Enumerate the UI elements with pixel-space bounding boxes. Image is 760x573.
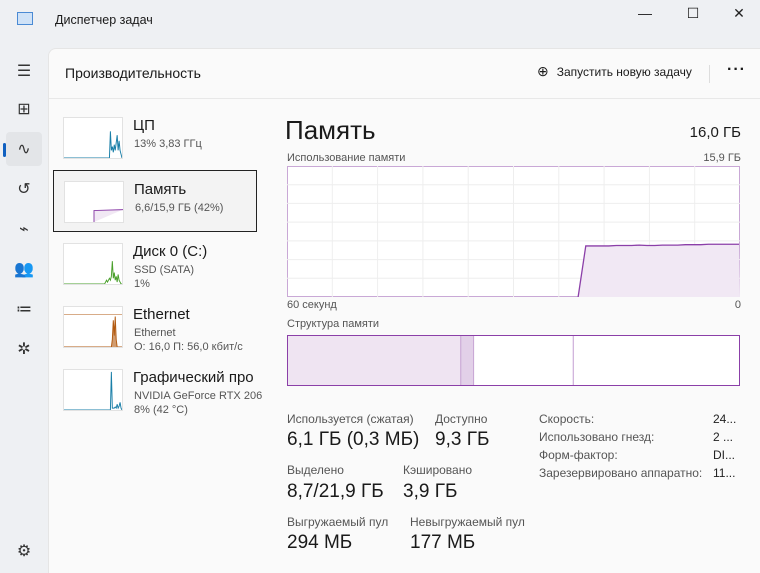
stat-label: Доступно <box>435 412 488 426</box>
property-value: 11... <box>713 466 736 480</box>
property-value: 24... <box>713 412 737 426</box>
device-item[interactable]: Графический про NVIDIA GeForce RTX 206 8… <box>53 359 262 421</box>
app-history-icon[interactable]: ↺ <box>6 172 42 206</box>
stat-value: 8,7/21,9 ГБ <box>287 481 384 502</box>
property-label: Скорость: <box>539 412 595 426</box>
composition-standby <box>473 335 574 386</box>
property-value: 2 ... <box>713 430 734 444</box>
device-thumbnail-graph <box>64 181 124 223</box>
device-thumbnail-graph <box>63 243 123 285</box>
window-title: Диспетчер задач <box>55 13 153 27</box>
property-label: Зарезервировано аппаратно: <box>539 466 703 480</box>
page-title: Производительность <box>65 65 201 81</box>
app-icon <box>17 12 33 25</box>
memory-total: 16,0 ГБ <box>689 124 741 141</box>
time-right-label: 0 <box>734 299 741 311</box>
stat-value: 9,3 ГБ <box>435 429 490 450</box>
divider <box>709 65 710 83</box>
thumbnail-line <box>64 316 122 347</box>
property-label: Использовано гнезд: <box>539 430 655 444</box>
device-name: Ethernet <box>133 306 190 323</box>
composition-modified <box>460 335 475 386</box>
device-thumbnail-graph <box>63 117 123 159</box>
close-button[interactable]: ✕ <box>716 0 760 26</box>
property-label: Форм-фактор: <box>539 448 618 462</box>
device-name: ЦП <box>133 117 155 134</box>
device-name: Диск 0 (C:) <box>133 243 208 260</box>
device-subtitle: 13% 3,83 ГГц <box>134 138 202 150</box>
stat-value: 3,9 ГБ <box>403 481 458 502</box>
minimize-button[interactable]: — <box>622 0 668 26</box>
usage-max: 15,9 ГБ <box>703 152 741 164</box>
device-subtitle: 6,6/15,9 ГБ (42%) <box>135 202 224 214</box>
stat-value: 177 МБ <box>410 532 476 553</box>
device-subtitle-2: 1% <box>134 278 150 290</box>
title-bar: Диспетчер задач — ☐ ✕ <box>0 0 760 40</box>
device-subtitle: Ethernet <box>134 327 176 339</box>
composition-in_use <box>287 335 462 386</box>
services-icon[interactable]: ✲ <box>6 332 42 366</box>
device-subtitle: NVIDIA GeForce RTX 206 <box>134 390 263 402</box>
run-new-task-label: Запустить новую задачу <box>556 64 692 79</box>
new-task-icon: ⊕ <box>537 63 549 79</box>
thumbnail-line <box>64 261 122 284</box>
header: Производительность ⊕ Запустить новую зад… <box>49 49 760 99</box>
nav-sidebar: ☰ ⊞ ∿ ↺ ⌁ 👥 ≔ ✲ ⚙ <box>0 40 48 573</box>
users-icon[interactable]: 👥 <box>6 252 42 286</box>
composition-label: Структура памяти <box>287 318 380 330</box>
maximize-button[interactable]: ☐ <box>670 0 716 26</box>
details-icon[interactable]: ≔ <box>6 292 42 326</box>
device-item[interactable]: ЦП 13% 3,83 ГГц <box>53 107 257 169</box>
stat-value: 6,1 ГБ (0,3 МБ) <box>287 429 420 450</box>
stat-label: Используется (сжатая) <box>287 412 414 426</box>
stat-value: 294 МБ <box>287 532 353 553</box>
device-subtitle: SSD (SATA) <box>134 264 195 276</box>
device-item[interactable]: Диск 0 (C:) SSD (SATA) 1% <box>53 233 257 295</box>
performance-icon[interactable]: ∿ <box>3 132 42 166</box>
main-panel: Производительность ⊕ Запустить новую зад… <box>48 48 760 573</box>
stat-label: Выгружаемый пул <box>287 515 389 529</box>
usage-area <box>578 244 740 297</box>
more-options-button[interactable]: ··· <box>727 61 746 79</box>
device-name: Графический про <box>133 369 254 386</box>
device-subtitle-2: 8% (42 °C) <box>134 404 188 416</box>
stat-label: Невыгружаемый пул <box>410 515 525 529</box>
processes-icon[interactable]: ⊞ <box>6 92 42 126</box>
device-name: Память <box>134 181 187 198</box>
memory-usage-graph <box>287 166 740 297</box>
memory-title: Память <box>285 115 376 145</box>
settings-icon[interactable]: ⚙ <box>6 534 42 568</box>
device-thumbnail-graph <box>63 306 123 348</box>
stat-label: Кэшировано <box>403 463 473 477</box>
hamburger-menu-icon[interactable]: ☰ <box>6 54 42 88</box>
usage-label: Использование памяти <box>287 152 406 164</box>
memory-composition-bar <box>287 335 740 386</box>
run-new-task-button[interactable]: ⊕ Запустить новую задачу <box>537 63 692 80</box>
thumbnail-line <box>64 371 122 410</box>
device-item[interactable]: Ethernet Ethernet О: 16,0 П: 56,0 кбит/с <box>53 296 257 358</box>
startup-apps-icon[interactable]: ⌁ <box>6 212 42 246</box>
device-subtitle-2: О: 16,0 П: 56,0 кбит/с <box>134 341 243 353</box>
property-value: DI... <box>713 448 736 462</box>
device-item[interactable]: Память 6,6/15,9 ГБ (42%) <box>53 170 257 232</box>
device-thumbnail-graph <box>63 369 123 411</box>
composition-free <box>572 335 740 386</box>
thumbnail-line <box>64 131 122 158</box>
time-left-label: 60 секунд <box>287 299 337 311</box>
thumbnail-line <box>93 209 123 222</box>
stat-label: Выделено <box>287 463 344 477</box>
